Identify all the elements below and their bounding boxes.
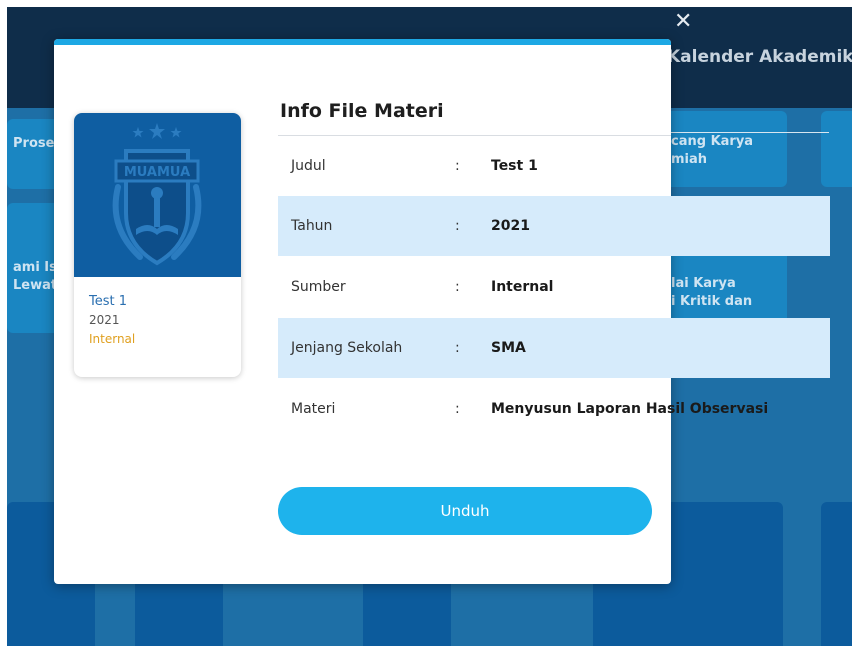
modal-accent-bar <box>54 39 671 45</box>
row-colon: : <box>455 158 460 174</box>
close-icon[interactable]: ✕ <box>674 11 692 33</box>
row-value: SMA <box>491 340 526 356</box>
info-row-tahun: Tahun : 2021 <box>278 196 830 256</box>
row-colon: : <box>455 279 460 295</box>
background-header-title: Kalender Akademik <box>667 47 852 67</box>
row-colon: : <box>455 401 460 417</box>
background-thumbnail <box>821 502 852 646</box>
background-divider <box>667 132 829 133</box>
file-info-modal: MUAMUA Test 1 2021 Internal Info File Ma… <box>54 39 830 584</box>
school-logo: MUAMUA <box>112 123 202 266</box>
info-row-judul: Judul : Test 1 <box>278 136 830 196</box>
card-title[interactable]: Test 1 <box>89 294 127 309</box>
row-value: Test 1 <box>491 158 538 174</box>
download-button[interactable]: Unduh <box>278 487 652 535</box>
info-row-jenjang-sekolah: Jenjang Sekolah : SMA <box>278 318 830 378</box>
row-label: Materi <box>291 401 336 417</box>
row-colon: : <box>455 340 460 356</box>
file-cover: MUAMUA <box>74 113 241 277</box>
card-source: Internal <box>89 332 136 346</box>
row-value: Menyusun Laporan Hasil Observasi <box>491 401 769 417</box>
card-year: 2021 <box>89 313 120 327</box>
row-value: 2021 <box>491 218 530 234</box>
row-label: Tahun <box>291 218 333 234</box>
row-label: Jenjang Sekolah <box>291 340 403 356</box>
logo-text: MUAMUA <box>124 165 190 180</box>
info-row-materi: Materi : Menyusun Laporan Hasil Observas… <box>278 379 830 439</box>
row-label: Sumber <box>291 279 346 295</box>
info-row-sumber: Sumber : Internal <box>278 257 830 317</box>
row-colon: : <box>455 218 460 234</box>
info-title: Info File Materi <box>280 100 444 122</box>
file-card: MUAMUA Test 1 2021 Internal <box>74 113 241 377</box>
row-value: Internal <box>491 279 554 295</box>
row-label: Judul <box>291 158 326 174</box>
